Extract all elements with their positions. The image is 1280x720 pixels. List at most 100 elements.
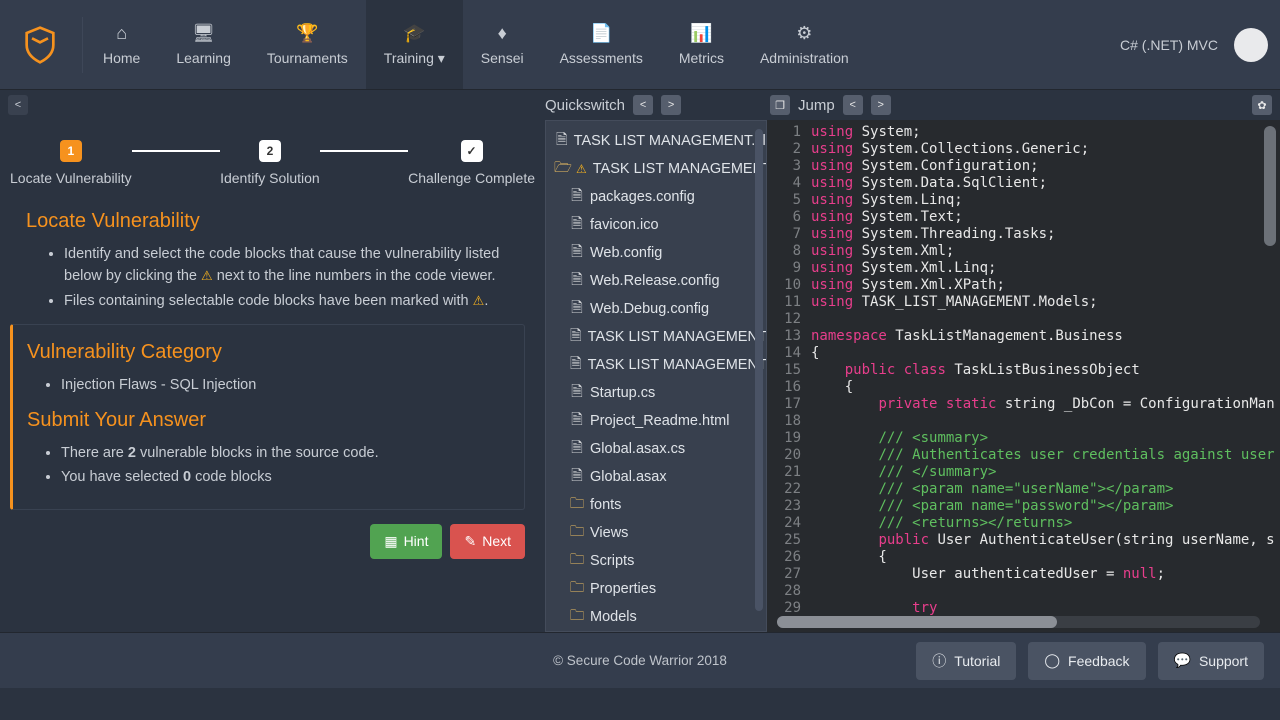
code-line[interactable]: 9using System.Xml.Linq; bbox=[767, 260, 1280, 277]
step-2-box[interactable]: 2 bbox=[259, 140, 281, 162]
code-line[interactable]: 19 /// <summary> bbox=[767, 430, 1280, 447]
code-line[interactable]: 21 /// </summary> bbox=[767, 464, 1280, 481]
nav-home[interactable]: ⌂Home bbox=[85, 0, 158, 89]
code-content: { bbox=[811, 345, 819, 362]
file-tree-item[interactable]: 🗁⚠TASK LIST MANAGEMENT bbox=[546, 155, 766, 183]
nav-assessments[interactable]: 📄Assessments bbox=[542, 0, 661, 89]
tutorial-button[interactable]: ⓘTutorial bbox=[916, 642, 1016, 680]
quickswitch-prev[interactable]: < bbox=[633, 95, 653, 115]
file-tree-item[interactable]: 🗎packages.config bbox=[546, 183, 766, 211]
code-line[interactable]: 4using System.Data.SqlClient; bbox=[767, 175, 1280, 192]
scrollbar-vertical[interactable] bbox=[1264, 126, 1276, 246]
nav-metrics[interactable]: 📊Metrics bbox=[661, 0, 742, 89]
window-icon[interactable]: ❐ bbox=[770, 95, 790, 115]
avatar[interactable] bbox=[1234, 28, 1268, 62]
line-number: 26 bbox=[767, 549, 811, 566]
code-line[interactable]: 5using System.Linq; bbox=[767, 192, 1280, 209]
file-tree-item[interactable]: 🗀Properties bbox=[546, 575, 766, 603]
step-3-box[interactable] bbox=[461, 140, 483, 162]
code-content: using System.Threading.Tasks; bbox=[811, 226, 1055, 243]
settings-button[interactable]: ✿ bbox=[1252, 95, 1272, 115]
code-line[interactable]: 18 bbox=[767, 413, 1280, 430]
warning-icon: ⚠ bbox=[473, 293, 485, 308]
framework-label: C# (.NET) MVC bbox=[1120, 37, 1218, 53]
code-line[interactable]: 8using System.Xml; bbox=[767, 243, 1280, 260]
file-tree-item[interactable]: 🗎Global.asax.cs bbox=[546, 435, 766, 463]
code-line[interactable]: 12 bbox=[767, 311, 1280, 328]
step-1-box[interactable]: 1 bbox=[60, 140, 82, 162]
file-tree-item[interactable]: 🗎Startup.cs bbox=[546, 379, 766, 407]
nav-admin[interactable]: ⚙Administration bbox=[742, 0, 867, 89]
line-number: 4 bbox=[767, 175, 811, 192]
line-number: 9 bbox=[767, 260, 811, 277]
file-tree-item[interactable]: 🗀Views bbox=[546, 519, 766, 547]
code-line[interactable]: 20 /// Authenticates user credentials ag… bbox=[767, 447, 1280, 464]
code-line[interactable]: 14{ bbox=[767, 345, 1280, 362]
home-icon: ⌂ bbox=[116, 23, 127, 44]
code-line[interactable]: 24 /// <returns></returns> bbox=[767, 515, 1280, 532]
code-line[interactable]: 7using System.Threading.Tasks; bbox=[767, 226, 1280, 243]
file-tree-item[interactable]: 🗎TASK LIST MANAGEMENT. bbox=[546, 351, 766, 379]
code-line[interactable]: 26 { bbox=[767, 549, 1280, 566]
main: 1 Locate Vulnerability 2 Identify Soluti… bbox=[0, 120, 1280, 632]
quickswitch-next[interactable]: > bbox=[661, 95, 681, 115]
file-tree-item[interactable]: 🗀Scripts bbox=[546, 547, 766, 575]
nav-training[interactable]: 🎓Training ▾ bbox=[366, 0, 463, 89]
file-tree-item[interactable]: 🗀Models bbox=[546, 603, 766, 631]
jump-next[interactable]: > bbox=[871, 95, 891, 115]
code-line[interactable]: 22 /// <param name="userName"></param> bbox=[767, 481, 1280, 498]
code-content: using System.Xml; bbox=[811, 243, 954, 260]
training-icon: 🎓 bbox=[403, 23, 425, 44]
tournaments-icon: 🏆 bbox=[296, 23, 318, 44]
file-tree[interactable]: 🗎TASK LIST MANAGEMENT.sln🗁⚠TASK LIST MAN… bbox=[545, 120, 767, 632]
code-line[interactable]: 29 try bbox=[767, 600, 1280, 617]
step-line bbox=[132, 150, 220, 152]
nav-sensei[interactable]: ♦Sensei bbox=[463, 0, 542, 89]
code-line[interactable]: 25 public User AuthenticateUser(string u… bbox=[767, 532, 1280, 549]
file-tree-item[interactable]: 🗎TASK LIST MANAGEMENT.sln bbox=[546, 127, 766, 155]
collapse-left-btn[interactable]: < bbox=[8, 95, 28, 115]
code-line[interactable]: 1using System; bbox=[767, 124, 1280, 141]
code-line[interactable]: 16 { bbox=[767, 379, 1280, 396]
file-tree-item[interactable]: 🗎favicon.ico bbox=[546, 211, 766, 239]
next-button[interactable]: ✎Next bbox=[450, 524, 525, 559]
code-line[interactable]: 10using System.Xml.XPath; bbox=[767, 277, 1280, 294]
code-line[interactable]: 27 User authenticatedUser = null; bbox=[767, 566, 1280, 583]
file-tree-item[interactable]: 🗎TASK LIST MANAGEMENT. bbox=[546, 323, 766, 351]
code-line[interactable]: 28 bbox=[767, 583, 1280, 600]
step-2-label: Identify Solution bbox=[220, 170, 320, 186]
code-line[interactable]: 2using System.Collections.Generic; bbox=[767, 141, 1280, 158]
line-number: 20 bbox=[767, 447, 811, 464]
file-tree-item[interactable]: 🗎Web.Release.config bbox=[546, 267, 766, 295]
scrollbar-vertical[interactable] bbox=[755, 129, 763, 611]
code-content: try bbox=[811, 600, 937, 617]
left-panel: 1 Locate Vulnerability 2 Identify Soluti… bbox=[0, 120, 545, 632]
code-content: /// <returns></returns> bbox=[811, 515, 1072, 532]
code-panel[interactable]: 1using System;2using System.Collections.… bbox=[767, 120, 1280, 632]
file-tree-item[interactable]: 🗎Web.config bbox=[546, 239, 766, 267]
chevron-down-icon: ▾ bbox=[438, 50, 445, 66]
code-line[interactable]: 11using TASK_LIST_MANAGEMENT.Models; bbox=[767, 294, 1280, 311]
code-content: public User AuthenticateUser(string user… bbox=[811, 532, 1275, 549]
feedback-button[interactable]: ◯Feedback bbox=[1028, 642, 1145, 680]
file-tree-item[interactable]: 🗎Project_Readme.html bbox=[546, 407, 766, 435]
folder-open-icon: 🗁 bbox=[556, 157, 570, 182]
code-line[interactable]: 15 public class TaskListBusinessObject bbox=[767, 362, 1280, 379]
support-button[interactable]: 💬Support bbox=[1158, 642, 1264, 680]
code-line[interactable]: 23 /// <param name="password"></param> bbox=[767, 498, 1280, 515]
line-number: 2 bbox=[767, 141, 811, 158]
hint-button[interactable]: ▦Hint bbox=[370, 524, 442, 559]
nav-learning[interactable]: 🖥Learning bbox=[158, 0, 249, 89]
file-tree-item[interactable]: 🗎Global.asax bbox=[546, 463, 766, 491]
nav-tournaments[interactable]: 🏆Tournaments bbox=[249, 0, 366, 89]
heading-submit: Submit Your Answer bbox=[27, 409, 518, 432]
file-tree-item[interactable]: 🗎Web.Debug.config bbox=[546, 295, 766, 323]
code-line[interactable]: 13namespace TaskListManagement.Business bbox=[767, 328, 1280, 345]
logo[interactable] bbox=[0, 26, 80, 64]
code-line[interactable]: 3using System.Configuration; bbox=[767, 158, 1280, 175]
scrollbar-horizontal[interactable] bbox=[777, 616, 1260, 628]
jump-prev[interactable]: < bbox=[843, 95, 863, 115]
file-tree-item[interactable]: 🗀fonts bbox=[546, 491, 766, 519]
code-line[interactable]: 17 private static string _DbCon = Config… bbox=[767, 396, 1280, 413]
code-line[interactable]: 6using System.Text; bbox=[767, 209, 1280, 226]
